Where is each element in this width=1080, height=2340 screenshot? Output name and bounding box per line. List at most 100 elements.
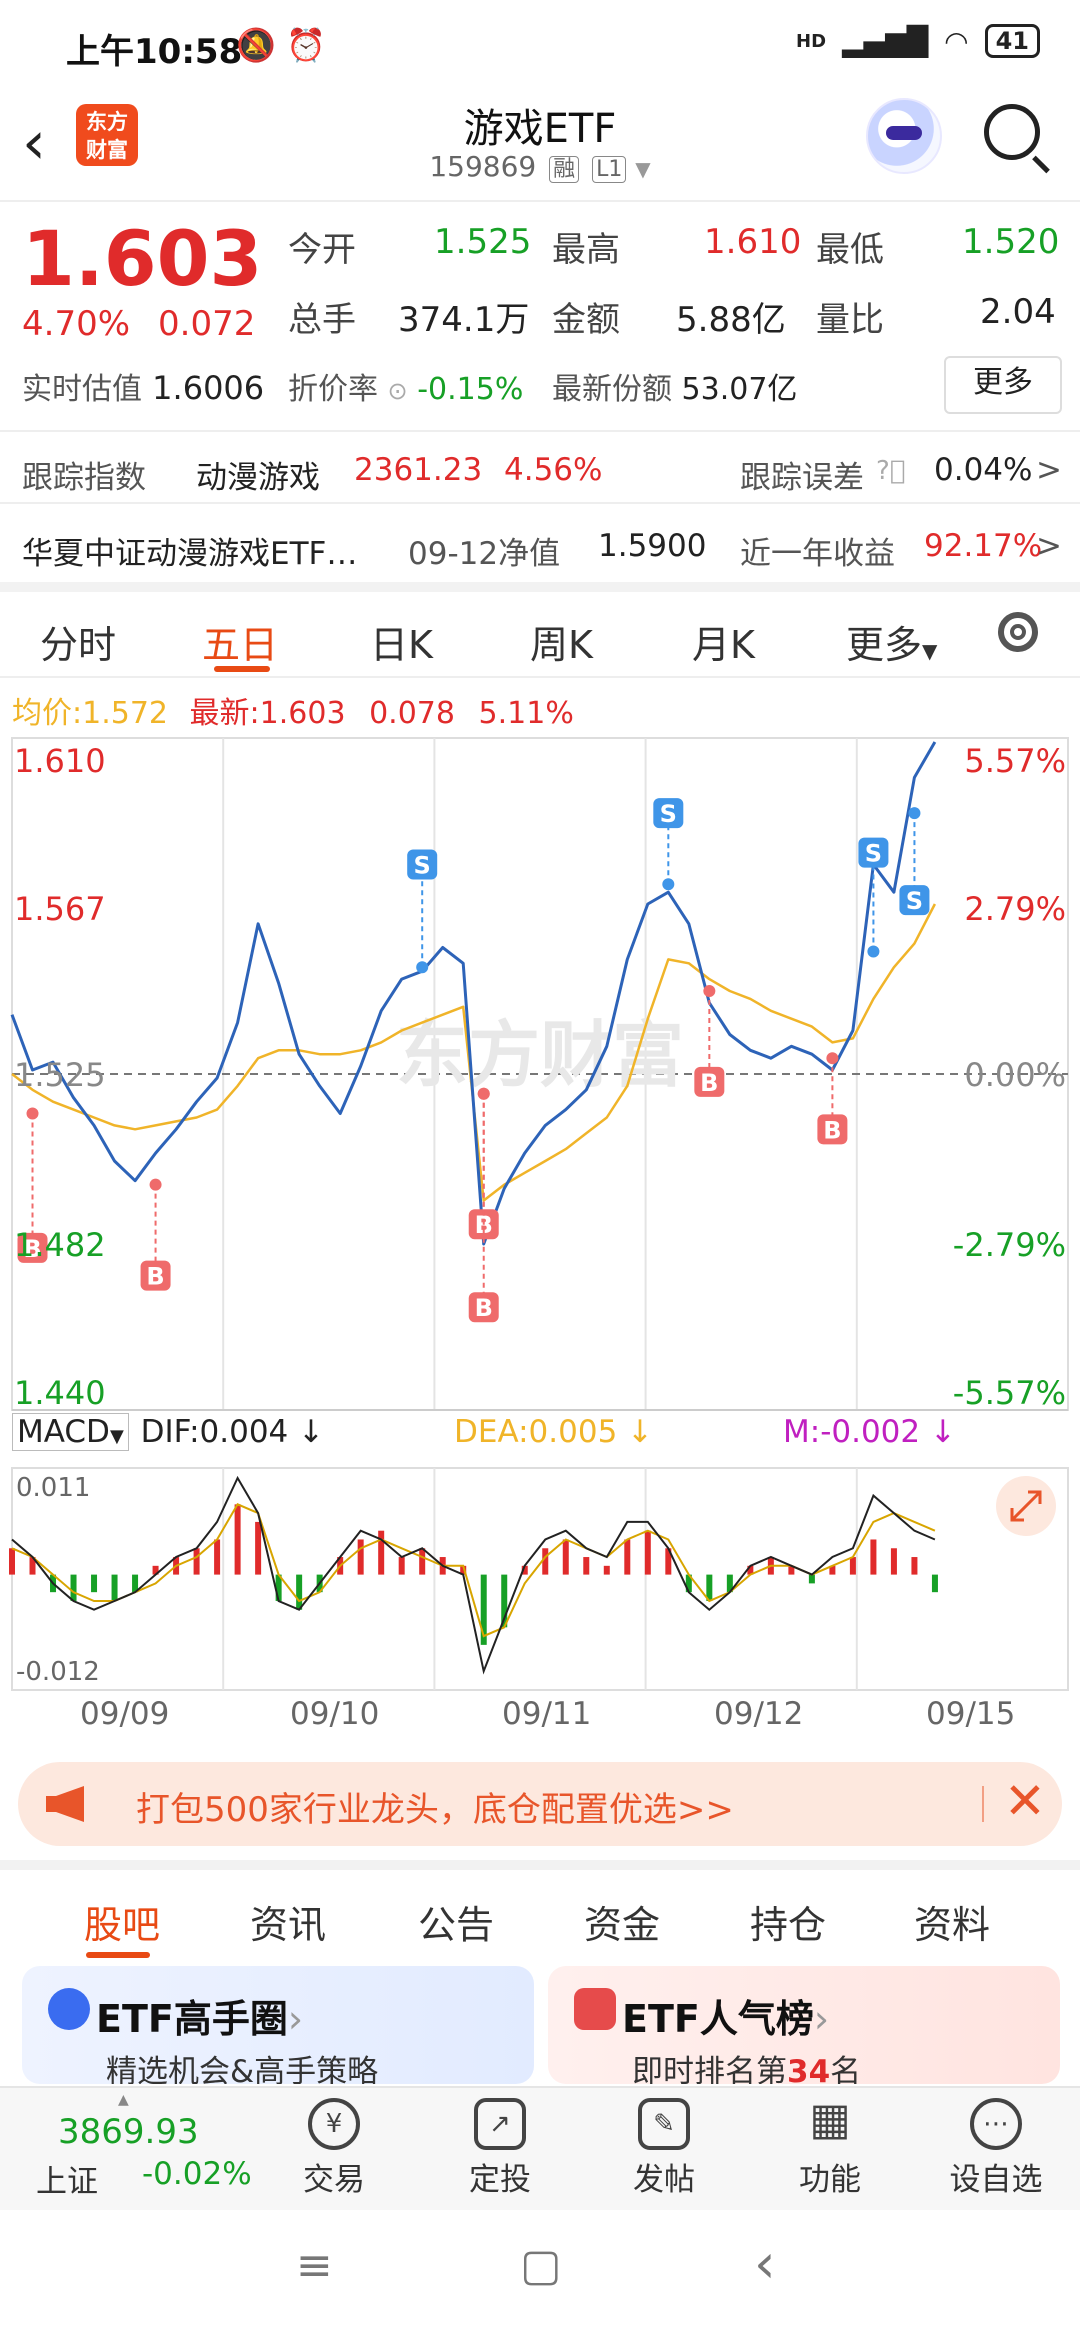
tab-weekly-k[interactable]: 周K: [530, 614, 593, 669]
signal-icon: ▂▄▆█: [842, 24, 929, 58]
nav-trade[interactable]: ¥ 交易: [284, 2098, 384, 2199]
signal-label: B: [475, 1294, 493, 1322]
tab-announcements[interactable]: 公告: [418, 1894, 494, 1949]
macd-histogram-bar: [542, 1548, 549, 1575]
promo-text: 打包500家行业龙头，底仓配置优选>>: [136, 1790, 734, 1830]
macd-histogram-bar: [255, 1521, 262, 1575]
y-tick-percent: -2.79%: [953, 1226, 1066, 1264]
y-tick-label: 1.567: [14, 890, 106, 928]
tab-funds[interactable]: 资金: [584, 1894, 660, 1949]
close-icon[interactable]: ✕: [1004, 1772, 1046, 1830]
y-tick-percent: -5.57%: [953, 1374, 1066, 1412]
y-tick-percent: 2.79%: [964, 890, 1066, 928]
etf-popularity-card[interactable]: ETF人气榜› 即时排名第34名: [548, 1966, 1060, 2084]
signal-dot: [703, 984, 716, 997]
back-icon[interactable]: ‹: [754, 2232, 776, 2295]
promo-banner[interactable]: 打包500家行业龙头，底仓配置优选>> ✕: [18, 1762, 1062, 1846]
active-tab-indicator: [214, 666, 270, 672]
edit-icon: ✎: [638, 2098, 690, 2150]
card-desc: 精选机会&高手策略: [106, 2054, 379, 2084]
quote-panel: 1.603 4.70% 0.072 今开 1.525 最高 1.610 最低 1.…: [0, 200, 1080, 430]
latest-change: 0.078: [369, 696, 455, 731]
etf-expert-circle-card[interactable]: ETF高手圈› 精选机会&高手策略: [22, 1966, 534, 2084]
amount-stat: 金额: [552, 300, 620, 340]
volume-stat: 总手: [288, 300, 356, 340]
macd-histogram-bar: [808, 1574, 815, 1584]
arrow-down-icon: ↓: [920, 1414, 956, 1450]
five-day-chart[interactable]: 东方财富 BBSBBSBBSS 1.610 5.57%1.567 2.79%1.52…: [0, 730, 1080, 1696]
margin-tag: 融: [549, 156, 580, 183]
indicator-select[interactable]: MACD▼: [12, 1413, 129, 1451]
signal-dot: [477, 1087, 490, 1100]
amount-value: 5.88亿: [676, 300, 786, 340]
nav-post[interactable]: ✎ 发帖: [614, 2098, 714, 2199]
gear-icon[interactable]: [998, 612, 1038, 652]
nav-functions[interactable]: ▦ 功能: [780, 2098, 880, 2199]
shares-value: 53.07亿: [681, 372, 798, 407]
yen-circle-icon: ¥: [308, 2098, 360, 2150]
battery-icon: 41: [984, 24, 1040, 58]
last-price: 1.603: [22, 214, 263, 303]
macd-histogram-bar: [603, 1565, 610, 1575]
tab-daily-k[interactable]: 日K: [370, 614, 433, 669]
signal-label: B: [146, 1263, 164, 1291]
signal-label: S: [865, 840, 882, 868]
bottom-nav: ▲ 3869.93 上证 -0.02% ¥ 交易 ↗ 定投 ✎ 发帖 ▦ 功能 …: [0, 2086, 1080, 2212]
macd-bottom-label: -0.012: [16, 1657, 100, 1687]
macd-histogram-bar: [911, 1557, 918, 1575]
nav-invest-plan[interactable]: ↗ 定投: [450, 2098, 550, 2199]
more-button[interactable]: 更多: [944, 356, 1062, 414]
tab-forum[interactable]: 股吧: [84, 1894, 160, 1949]
signal-label: S: [414, 851, 431, 879]
dropdown-icon[interactable]: ▼: [635, 157, 650, 181]
mute-alarm-icons: 🔕 ⏰: [236, 26, 326, 64]
macd-histogram-bar: [91, 1574, 98, 1593]
tab-monthly-k[interactable]: 月K: [692, 614, 755, 669]
assistant-robot-icon[interactable]: [866, 98, 942, 174]
macd-histogram-bar: [419, 1548, 426, 1575]
volume-value: 374.1万: [398, 300, 530, 340]
more-dots-icon: ⋯: [970, 2098, 1022, 2150]
tab-five-day[interactable]: 五日: [202, 614, 278, 669]
help-icon[interactable]: ?⃝: [876, 456, 905, 486]
annual-return-value: 92.17%: [924, 528, 1043, 564]
index-name[interactable]: 上证: [36, 2156, 98, 2201]
high-stat: 最高: [552, 230, 620, 270]
date-label: 09/12: [714, 1696, 804, 1732]
fund-nav-row[interactable]: 华夏中证动漫游戏ETF… 09-12净值 1.5900 近一年收益 92.17%…: [0, 502, 1080, 584]
tab-holdings[interactable]: 持仓: [750, 1894, 826, 1949]
tracking-index-row[interactable]: 跟踪指数 动漫游戏 2361.23 4.56% 跟踪误差 ?⃝ 0.04% >: [0, 430, 1080, 504]
macd-histogram-bar: [398, 1557, 405, 1575]
tab-more[interactable]: 更多▼: [846, 614, 937, 669]
nav-add-watchlist[interactable]: ⋯ 设自选: [946, 2098, 1046, 2199]
chevron-right-icon: ›: [287, 1997, 304, 2041]
content-tabs: 股吧 资讯 公告 资金 持仓 资料: [0, 1860, 1080, 1958]
x-axis-dates: 09/09 09/10 09/11 09/12 09/15: [0, 1696, 1080, 1736]
tab-news[interactable]: 资讯: [250, 1894, 326, 1949]
avg-price: 1.572: [82, 696, 168, 731]
chevron-right-icon[interactable]: >: [1036, 452, 1062, 488]
chevron-right-icon[interactable]: >: [1036, 528, 1062, 564]
caret-down-icon: ▼: [922, 639, 938, 663]
home-icon[interactable]: ▢: [520, 2240, 562, 2291]
menu-icon[interactable]: ≡: [296, 2240, 333, 2291]
macd-top-label: 0.011: [16, 1473, 90, 1503]
high-value: 1.610: [704, 222, 802, 262]
y-tick-label: 1.440: [14, 1374, 106, 1412]
latest-percent: 5.11%: [478, 696, 574, 731]
open-stat: 今开: [288, 230, 356, 270]
index-change[interactable]: -0.02%: [142, 2156, 252, 2192]
macd-histogram-bar: [193, 1548, 200, 1575]
signal-dot: [26, 1107, 39, 1120]
y-tick-label: 1.610: [14, 742, 106, 780]
index-value[interactable]: 3869.93: [58, 2112, 199, 2152]
low-stat: 最低: [816, 230, 884, 270]
macd-histogram-bar: [583, 1557, 590, 1575]
tab-profile[interactable]: 资料: [914, 1894, 990, 1949]
info-icon[interactable]: ⊙: [388, 377, 408, 405]
tab-intraday[interactable]: 分时: [40, 614, 116, 669]
search-icon[interactable]: [984, 104, 1040, 160]
date-label: 09/15: [926, 1696, 1016, 1732]
fund-code: 159869: [429, 150, 537, 183]
volume-ratio-value: 2.04: [980, 292, 1056, 332]
